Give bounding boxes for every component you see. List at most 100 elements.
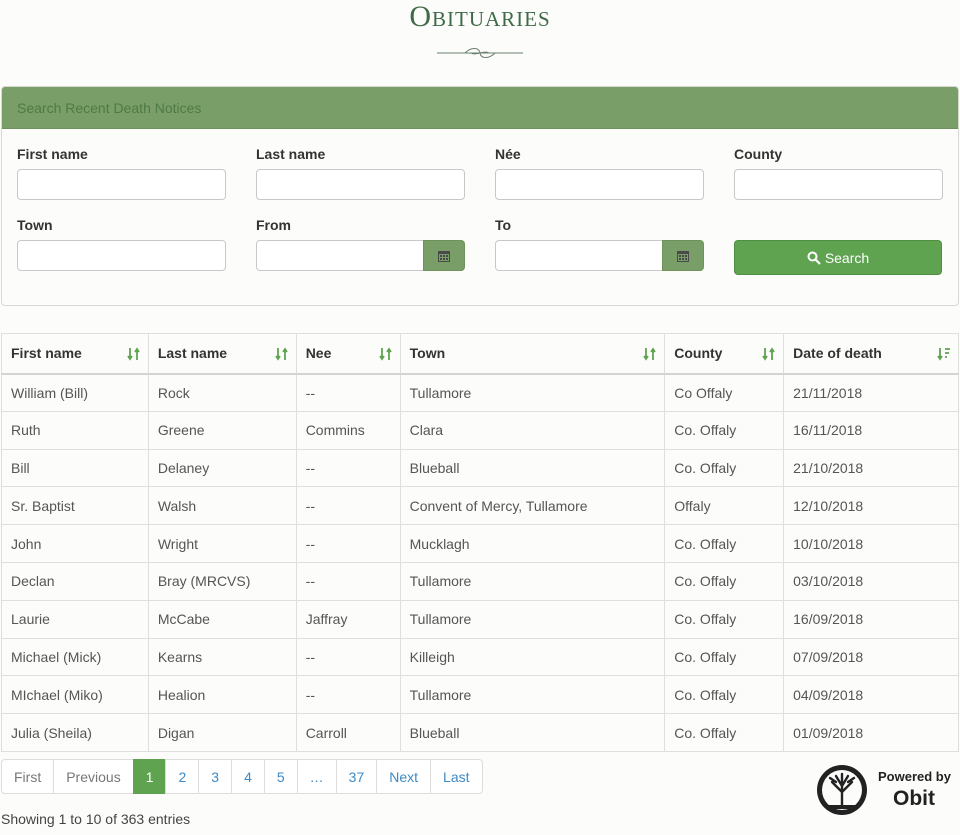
calendar-icon[interactable] [423,240,465,271]
table-row[interactable]: Sr. Baptist Walsh -- Convent of Mercy, Tull… [1,486,959,526]
page-title: Obituaries [409,0,551,33]
table-cell: Healion [147,675,297,715]
sort-icon [643,347,656,361]
search-button-label: Search [824,249,870,266]
calendar-icon[interactable] [662,240,704,271]
sort-icon [274,347,288,361]
table-row[interactable]: Declan Bray (MRCVS) -- Tullamore Co. Offaly 0… [1,561,959,601]
sort-icon [762,347,775,361]
column-header-date-of-death[interactable]: Date of death [783,333,959,375]
to-date-picker [495,240,704,271]
table-cell: Commins [295,410,401,450]
first-name-input[interactable] [17,169,226,200]
table-cell: Declan [1,561,149,601]
page-button-last[interactable]: Last [430,759,483,794]
page-button-next[interactable]: Next [376,759,432,794]
table-cell: Delaney [147,448,297,488]
table-cell: 07/09/2018 [783,637,959,677]
obit-tree-logo-icon [817,765,867,815]
table-row[interactable]: Ruth Greene Commins Clara Co. Offaly 16/11/20… [1,410,959,450]
table-cell: 16/11/2018 [783,410,959,450]
table-cell: Tullamore [399,373,666,412]
table-row[interactable]: Laurie McCabe Jaffray Tullamore Co. Offaly 16… [1,599,959,639]
nee-input[interactable] [495,169,704,200]
from-label: From [256,217,291,233]
table-cell: William (Bill) [1,373,149,412]
page-button-1[interactable]: 1 [132,759,167,794]
obit-brand-name: Obit [893,787,935,810]
column-header-town[interactable]: Town [399,333,666,375]
table-cell: Greene [147,410,297,450]
table-header-row: First name Last name Nee Town County Dat… [1,333,959,375]
entries-info: Showing 1 to 10 of 363 entries [1,811,191,827]
table-row[interactable]: John Wright -- Mucklagh Co. Offaly 10/10/2018 [1,524,959,563]
table-cell: Carroll [295,713,401,752]
town-input[interactable] [17,240,226,271]
table-cell: Co. Offaly [664,410,785,450]
table-cell: 10/10/2018 [783,524,959,563]
table-cell: Co. Offaly [664,448,785,488]
ornament-divider-icon [437,48,523,58]
table-cell: Tullamore [399,599,666,639]
from-date-input[interactable] [256,240,424,271]
pagination: First Previous 1 2 3 4 5… 37 Next Last [1,759,483,794]
table-cell: -- [295,675,401,715]
table-cell: Bray (MRCVS) [147,561,297,601]
column-header-county[interactable]: County [664,333,785,375]
table-cell: -- [295,524,401,563]
table-row[interactable]: William (Bill) Rock -- Tullamore Co Offaly 21… [1,373,959,412]
town-label: Town [17,217,53,233]
obituaries-table: First name Last name Nee Town County Dat… [1,333,959,752]
from-date-picker [256,240,465,271]
table-cell: -- [295,448,401,488]
table-cell: Co. Offaly [664,713,785,752]
table-cell: 01/09/2018 [783,713,959,752]
table-cell: Tullamore [399,675,666,715]
last-name-label: Last name [256,146,326,162]
table-cell: 04/09/2018 [783,675,959,715]
table-cell: 21/10/2018 [783,448,959,488]
table-row[interactable]: Michael (Mick) Kearns -- Killeigh Co. Offaly… [1,637,959,677]
search-button[interactable]: Search [734,240,942,275]
table-cell: Michael (Mick) [1,637,149,677]
page-button-previous[interactable]: Previous [53,759,134,794]
column-header-last-name[interactable]: Last name [147,333,297,375]
page-button-5[interactable]: 5 [263,759,298,794]
table-row[interactable]: Bill Delaney -- Blueball Co. Offaly 21/10/201… [1,448,959,488]
table-cell: Kearns [147,637,297,677]
table-cell: Co Offaly [664,373,785,412]
table-cell: Tullamore [399,561,666,601]
powered-by-badge[interactable]: Powered by Obit [816,764,956,818]
search-panel: Search Recent Death Notices First name L… [1,86,959,306]
table-row[interactable]: Julia (Sheila) Digan Carroll Blueball Co. Of… [1,713,959,752]
sort-desc-icon [937,348,950,361]
county-input[interactable] [734,169,943,200]
page-button-first[interactable]: First [1,759,55,794]
table-cell: Laurie [1,599,149,639]
powered-by-label: Powered by [878,769,951,784]
page-button-3[interactable]: 3 [198,759,233,794]
table-cell: Digan [147,713,297,752]
page-button-ellipsis: … [296,759,337,794]
table-cell: Co. Offaly [664,675,785,715]
table-cell: -- [295,373,401,412]
to-date-input[interactable] [495,240,663,271]
table-row[interactable]: MIchael (Miko) Healion -- Tullamore Co. Offa… [1,675,959,715]
column-header-first-name[interactable]: First name [1,333,149,375]
column-header-nee[interactable]: Nee [295,333,401,375]
table-cell: 21/11/2018 [783,373,959,412]
last-name-input[interactable] [256,169,465,200]
table-cell: 12/10/2018 [783,486,959,526]
page-button-37[interactable]: 37 [335,759,378,794]
table-cell: Co. Offaly [664,599,785,639]
table-cell: Blueball [399,448,666,488]
table-cell: Ruth [1,410,149,450]
nee-label: Née [495,146,521,162]
table-cell: -- [295,486,401,526]
table-cell: 16/09/2018 [783,599,959,639]
page-button-2[interactable]: 2 [165,759,200,794]
table-cell: Blueball [399,713,666,752]
page-button-4[interactable]: 4 [231,759,265,794]
sort-icon [127,347,140,361]
table-cell: Convent of Mercy, Tullamore [399,486,666,526]
